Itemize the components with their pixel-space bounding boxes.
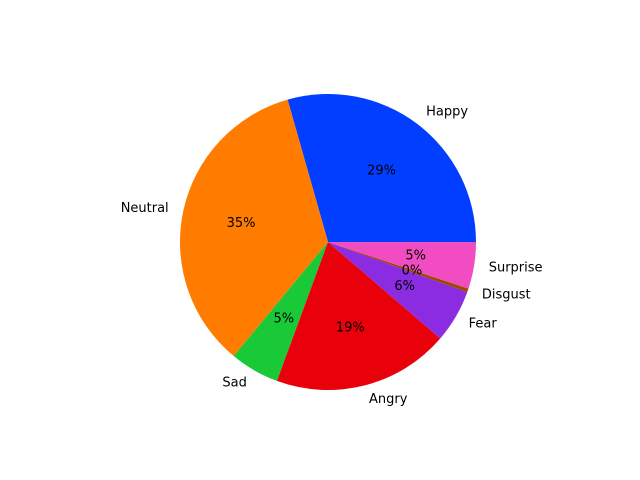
pct-label-angry: 19% [336, 320, 365, 335]
category-label-disgust: Disgust [482, 288, 531, 303]
pct-label-happy: 29% [367, 164, 396, 179]
category-label-happy: Happy [426, 105, 468, 120]
pct-label-neutral: 35% [227, 216, 256, 231]
category-label-neutral: Neutral [121, 201, 169, 216]
category-label-surprise: Surprise [489, 260, 543, 275]
pie-chart: 29%35%5%19%6%0%5% HappyNeutralSadAngryFe… [0, 0, 640, 480]
pct-label-fear: 6% [394, 279, 415, 294]
pie-slices [179, 94, 477, 390]
category-label-fear: Fear [469, 316, 498, 331]
pct-label-disgust: 0% [402, 264, 423, 279]
pct-label-sad: 5% [273, 311, 294, 326]
pct-label-surprise: 5% [405, 249, 426, 264]
category-label-sad: Sad [222, 376, 246, 391]
category-label-angry: Angry [369, 392, 408, 407]
